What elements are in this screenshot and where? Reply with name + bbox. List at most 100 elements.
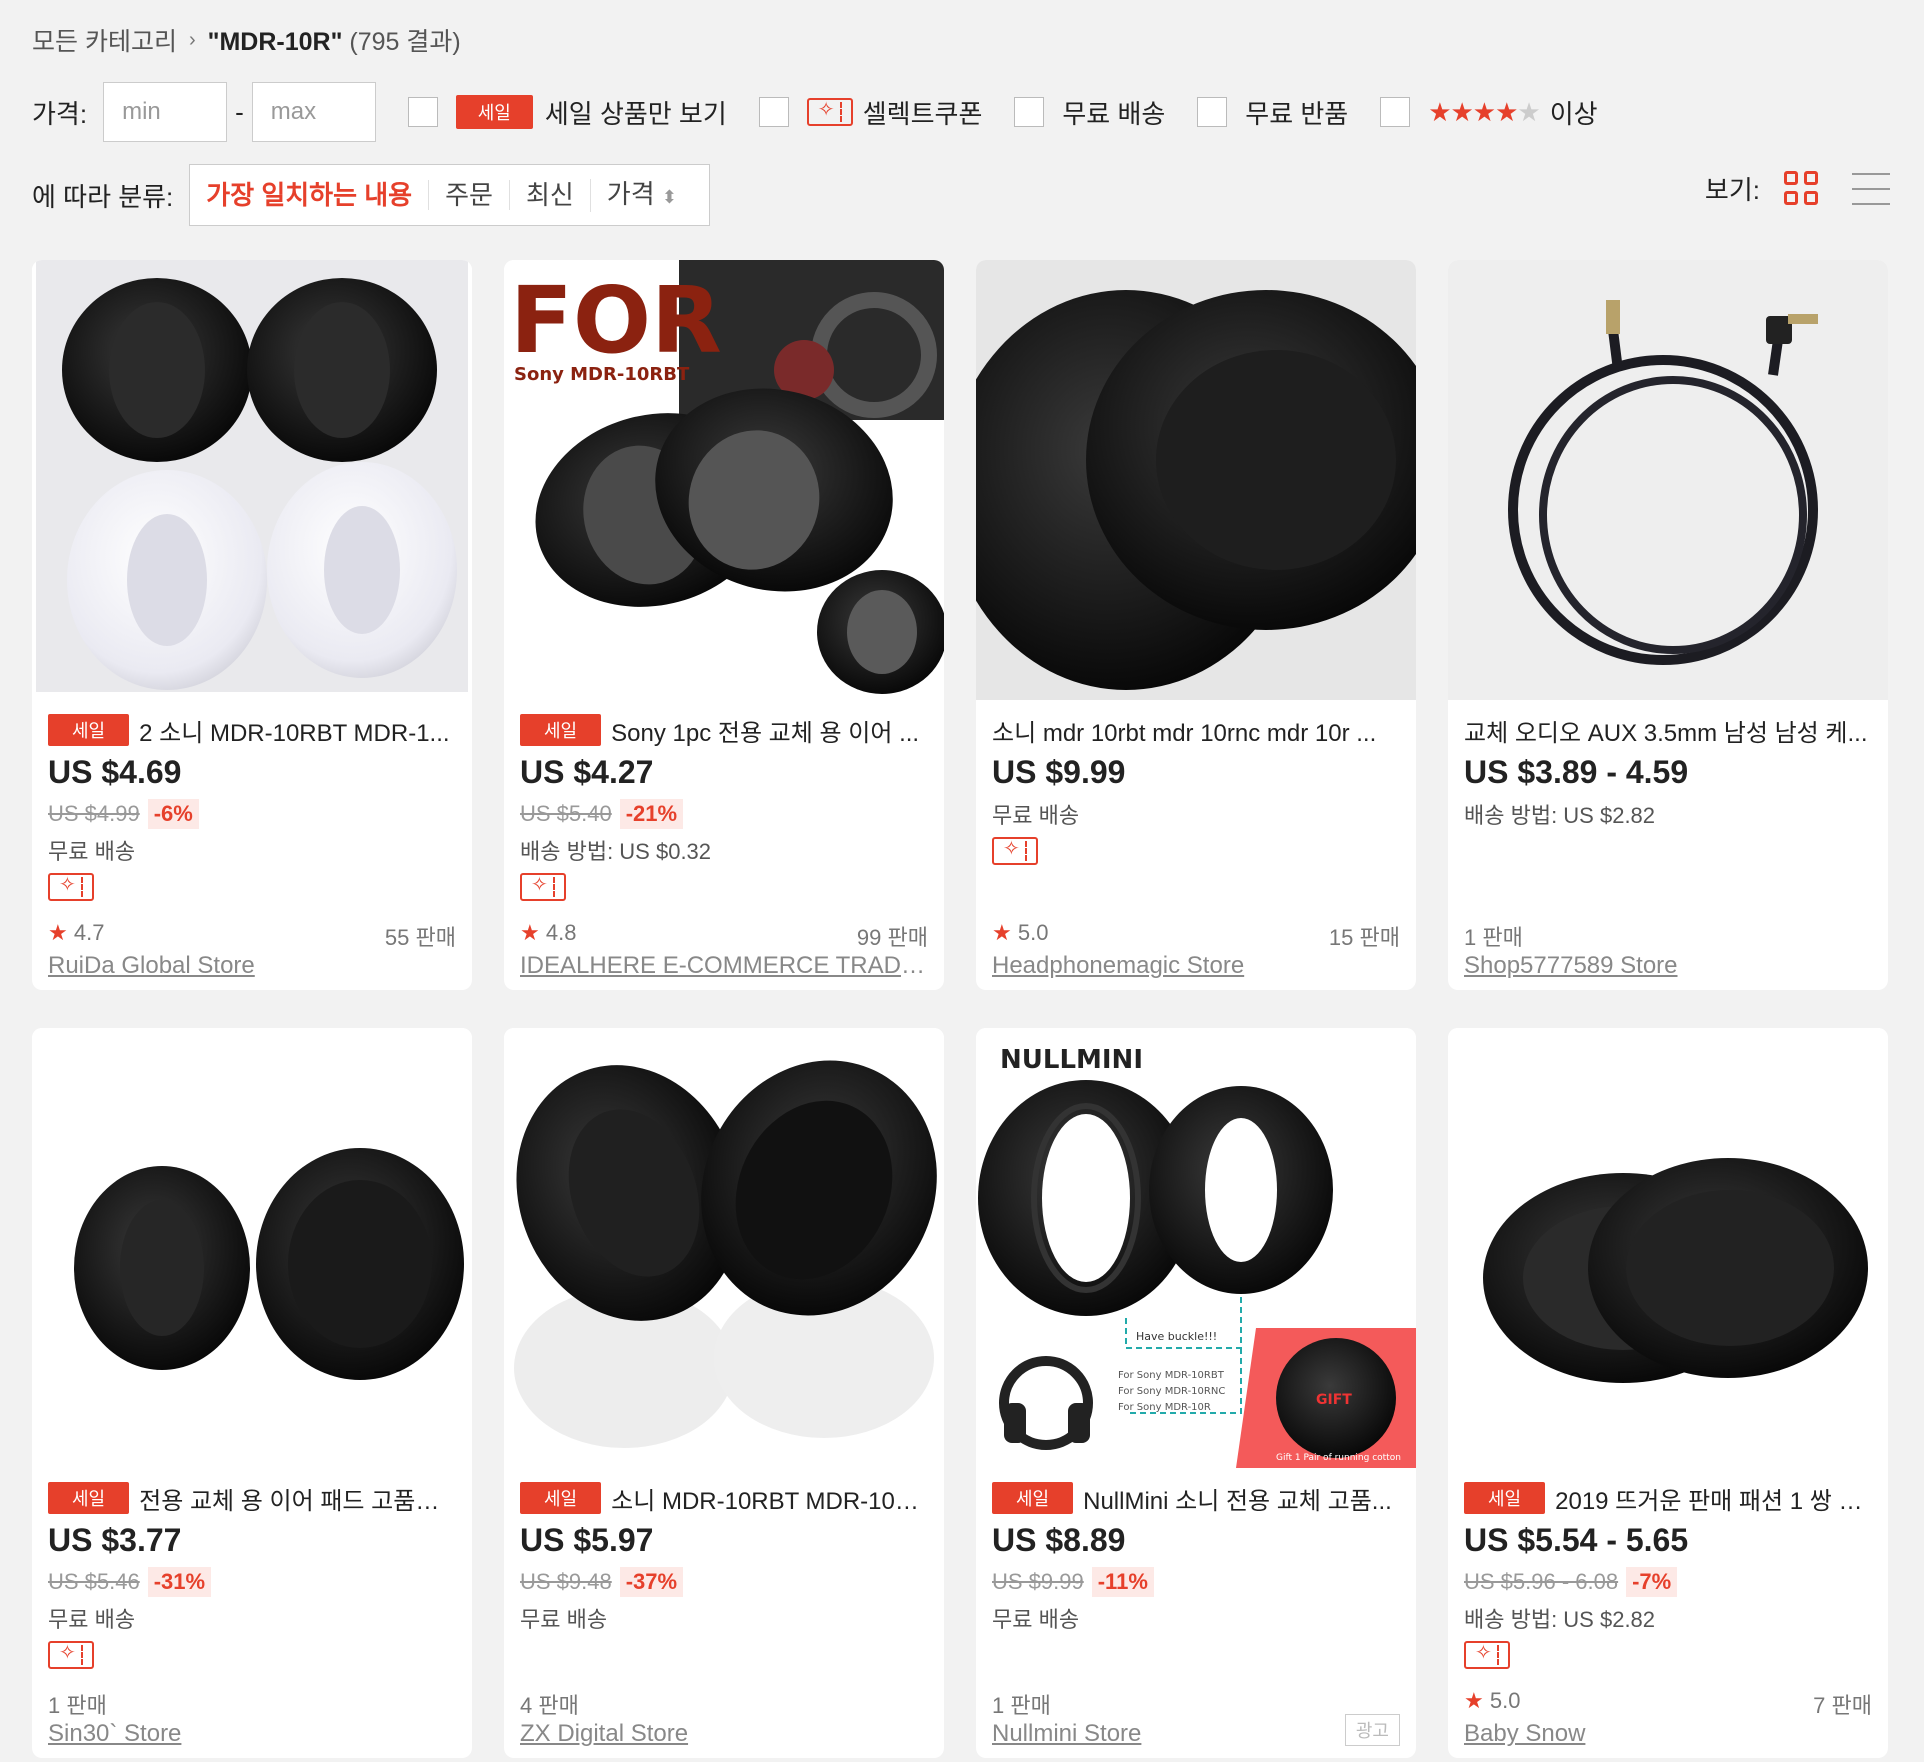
product-card[interactable]: 세일 2 소니 MDR-10RBT MDR-1... US $4.69 US $4… xyxy=(32,260,472,990)
product-image[interactable] xyxy=(1448,1028,1888,1468)
sort-price[interactable]: 가격 ⬍ xyxy=(589,178,693,212)
svg-text:Have buckle!!!: Have buckle!!! xyxy=(1136,1330,1217,1343)
coupon-icon xyxy=(48,872,94,901)
filter-bar: 가격: min - max 세일 세일 상품만 보기 셀렉트쿠폰 무료 배송 무… xyxy=(32,80,1598,144)
product-title[interactable]: 세일 Sony 1pc 전용 교체 용 이어 ... xyxy=(520,710,928,750)
store-link[interactable]: IDEALHERE E-COMMERCE TRADE L... xyxy=(520,952,928,980)
free-return-checkbox[interactable] xyxy=(1197,97,1228,127)
breadcrumb: 모든 카테고리 › "MDR-10R" (795 결과) xyxy=(32,22,461,58)
sold-count: 15 판매 xyxy=(1328,925,1400,950)
discount-badge: -21% xyxy=(619,799,684,829)
rating-suffix: 이상 xyxy=(1549,98,1598,129)
store-link[interactable]: Baby Snow xyxy=(1464,1720,1872,1748)
sold-count: 1 판매 xyxy=(1464,925,1523,950)
sort-options: 가장 일치하는 내용 주문 최신 가격 ⬍ xyxy=(189,164,710,226)
coupon-icon xyxy=(520,872,566,901)
filter-select-coupon[interactable]: 셀렉트쿠폰 xyxy=(758,94,982,131)
original-price: US $9.99 xyxy=(992,1569,1084,1594)
free-shipping-label: 무료 배송 xyxy=(1062,98,1166,129)
svg-text:GIFT: GIFT xyxy=(1316,1392,1352,1408)
product-card[interactable]: 교체 오디오 AUX 3.5mm 남성 남성 케... US $3.89 - 4… xyxy=(1448,260,1888,990)
product-price: US $3.89 - 4.59 xyxy=(1464,754,1689,790)
product-image[interactable] xyxy=(32,1028,472,1468)
price-dash: - xyxy=(235,96,244,127)
product-card[interactable]: 세일 전용 교체 용 이어 패드 고품질 ... US $3.77 US $5.4… xyxy=(32,1028,472,1758)
original-price: US $9.48 xyxy=(520,1569,612,1594)
product-title[interactable]: 세일 2 소니 MDR-10RBT MDR-1... xyxy=(48,710,456,750)
sold-count: 1 판매 xyxy=(48,1693,107,1718)
grid-view-icon[interactable] xyxy=(1784,170,1820,207)
discount-badge: -7% xyxy=(1626,1567,1678,1597)
filter-free-shipping[interactable]: 무료 배송 xyxy=(1014,94,1165,131)
star-icon: ★ xyxy=(520,920,540,945)
sort-orders[interactable]: 주문 xyxy=(428,180,509,210)
store-link[interactable]: Shop5777589 Store xyxy=(1464,952,1872,980)
store-link[interactable]: Sin30` Store xyxy=(48,1720,456,1748)
list-view-icon[interactable] xyxy=(1852,172,1890,205)
price-max-input[interactable]: max xyxy=(251,82,376,142)
product-image[interactable] xyxy=(976,260,1416,700)
shipping-info: 배송 방법: US $2.82 xyxy=(1464,803,1656,828)
coupon-icon xyxy=(1464,1640,1510,1669)
svg-text:For Sony MDR-10RBT: For Sony MDR-10RBT xyxy=(1118,1370,1225,1381)
chevron-right-icon: › xyxy=(188,28,196,51)
product-card[interactable]: 소니 mdr 10rbt mdr 10rnc mdr 10r ... US $9… xyxy=(976,260,1416,990)
ad-badge: 광고 xyxy=(1344,1714,1400,1746)
view-toggle: 보기: xyxy=(1705,170,1890,207)
rating: ★ 4.7 xyxy=(48,920,105,945)
product-card[interactable]: 세일 소니 MDR-10RBT MDR-10R... US $5.97 US $9… xyxy=(504,1028,944,1758)
product-image[interactable]: FOR Sony MDR-10RBT xyxy=(504,260,944,700)
discount-badge: -6% xyxy=(147,799,199,829)
filter-free-return[interactable]: 무료 반품 xyxy=(1197,94,1348,131)
product-card[interactable]: 세일 2019 뜨거운 판매 패션 1 쌍 교... US $5.54 - 5.6… xyxy=(1448,1028,1888,1758)
product-title[interactable]: 세일 2019 뜨거운 판매 패션 1 쌍 교... xyxy=(1464,1478,1872,1518)
star-icon: ★ xyxy=(1464,1688,1484,1713)
shipping-info: 무료 배송 xyxy=(992,1607,1080,1632)
product-image[interactable] xyxy=(1448,260,1888,700)
price-min-input[interactable]: min xyxy=(103,82,228,142)
product-price: US $5.54 - 5.65 xyxy=(1464,1522,1689,1558)
product-image[interactable] xyxy=(504,1028,944,1468)
product-image[interactable]: NULLMINI Have buckle!!! For Sony MDR-10R… xyxy=(976,1028,1416,1468)
free-return-label: 무료 반품 xyxy=(1245,98,1349,129)
store-link[interactable]: ZX Digital Store xyxy=(520,1720,928,1748)
sold-count: 1 판매 xyxy=(992,1693,1051,1718)
rating-checkbox[interactable] xyxy=(1380,97,1411,127)
product-image[interactable] xyxy=(32,260,472,700)
sold-count: 4 판매 xyxy=(520,1693,579,1718)
search-query: "MDR-10R" (795 결과) xyxy=(207,28,461,56)
shipping-info: 배송 방법: US $2.82 xyxy=(1464,1607,1656,1632)
product-title[interactable]: 소니 mdr 10rbt mdr 10rnc mdr 10r ... xyxy=(992,710,1400,750)
shipping-info: 무료 배송 xyxy=(992,803,1080,828)
sold-count: 7 판매 xyxy=(1813,1693,1872,1718)
select-coupon-checkbox[interactable] xyxy=(758,97,789,127)
breadcrumb-root[interactable]: 모든 카테고리 xyxy=(32,22,177,58)
image-text-brand: NULLMINI xyxy=(1000,1045,1143,1075)
discount-badge: -11% xyxy=(1091,1567,1154,1597)
original-price: US $5.40 xyxy=(520,801,612,826)
sort-best-match[interactable]: 가장 일치하는 내용 xyxy=(206,180,428,210)
product-title[interactable]: 세일 NullMini 소니 전용 교체 고품... xyxy=(992,1478,1400,1518)
sold-count: 55 판매 xyxy=(384,925,456,950)
sort-label: 에 따라 분류: xyxy=(32,181,174,212)
shipping-info: 무료 배송 xyxy=(48,1607,136,1632)
product-price: US $4.27 xyxy=(520,754,654,790)
filter-sale-only[interactable]: 세일 세일 상품만 보기 xyxy=(407,94,727,131)
discount-badge: -31% xyxy=(147,1567,212,1597)
product-card[interactable]: NULLMINI Have buckle!!! For Sony MDR-10R… xyxy=(976,1028,1416,1758)
coupon-icon xyxy=(806,97,853,126)
discount-badge: -37% xyxy=(619,1567,684,1597)
view-label: 보기: xyxy=(1704,175,1760,205)
free-shipping-checkbox[interactable] xyxy=(1014,97,1045,127)
rating: ★ 4.8 xyxy=(520,920,577,945)
product-title[interactable]: 교체 오디오 AUX 3.5mm 남성 남성 케... xyxy=(1464,710,1872,750)
product-title[interactable]: 세일 소니 MDR-10RBT MDR-10R... xyxy=(520,1478,928,1518)
store-link[interactable]: Nullmini Store xyxy=(992,1720,1326,1748)
sort-newest[interactable]: 최신 xyxy=(508,180,590,210)
store-link[interactable]: Headphonemagic Store xyxy=(992,952,1400,980)
product-card[interactable]: FOR Sony MDR-10RBT 세일 Sony 1pc 전용 교체 용 이어… xyxy=(504,260,944,990)
filter-rating[interactable]: ★★★★★ 이상 xyxy=(1380,94,1598,131)
store-link[interactable]: RuiDa Global Store xyxy=(48,952,456,980)
sale-only-checkbox[interactable] xyxy=(407,97,438,127)
product-title[interactable]: 세일 전용 교체 용 이어 패드 고품질 ... xyxy=(48,1478,456,1518)
